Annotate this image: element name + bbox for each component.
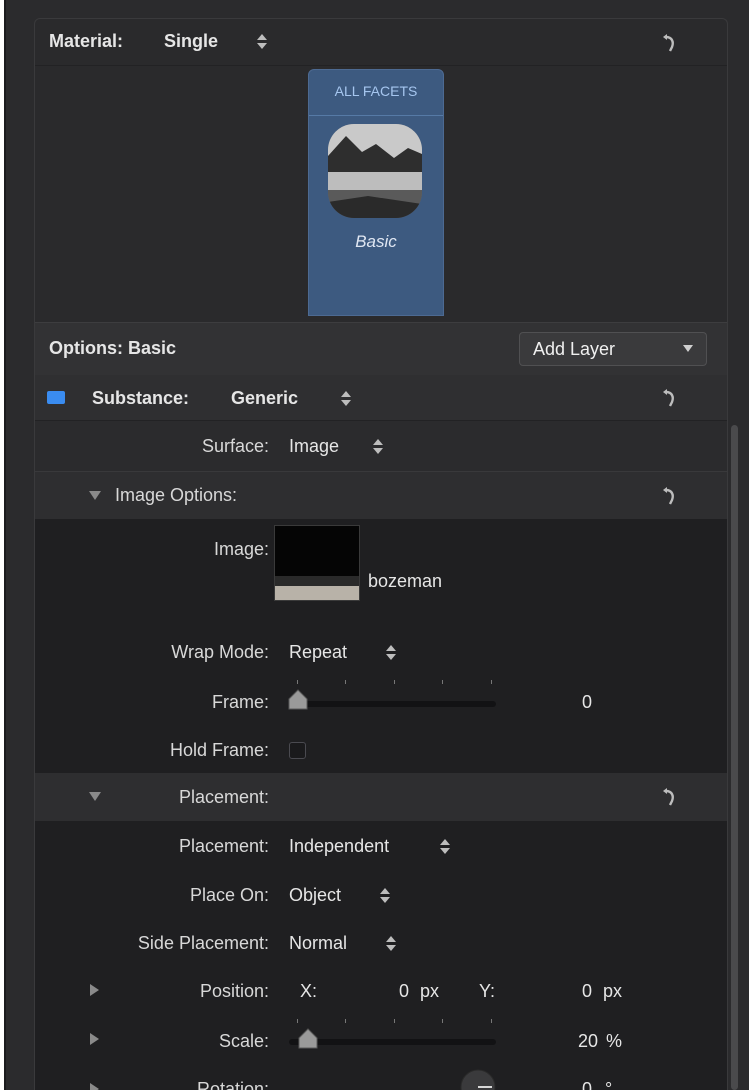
chevron-down-icon <box>683 345 693 352</box>
rotation-unit: ° <box>605 1079 613 1090</box>
disclosure-open-icon[interactable] <box>89 491 101 500</box>
facet-all-facets[interactable]: ALL FACETS Basic <box>308 69 444 316</box>
surface-row: Surface: Image <box>35 421 727 471</box>
hold-frame-checkbox[interactable] <box>289 742 306 759</box>
rotation-value[interactable]: 0 <box>582 1079 592 1090</box>
image-well[interactable] <box>274 525 360 601</box>
inspector-frame: Material: Single ALL FACETS Basic Option… <box>4 0 749 1090</box>
material-row: Material: Single <box>35 19 727 65</box>
position-y-value[interactable]: 0 <box>582 981 592 1002</box>
place-on-updown-icon[interactable] <box>380 887 390 905</box>
scale-slider-ticks <box>297 1019 493 1023</box>
reset-placement-icon[interactable] <box>657 786 679 808</box>
position-x-value[interactable]: 0 <box>399 981 409 1002</box>
hold-frame-label: Hold Frame: <box>169 740 269 760</box>
place-on-popup[interactable]: Object <box>289 885 341 906</box>
frame-slider-ticks <box>297 680 493 684</box>
facet-name: Basic <box>355 232 397 251</box>
options-title: Options: Basic <box>49 338 177 358</box>
frame-slider-thumb[interactable] <box>287 689 309 711</box>
image-options-label: Image Options: <box>115 485 238 505</box>
placement-popup[interactable]: Independent <box>289 836 389 857</box>
surface-label: Surface: <box>201 436 269 456</box>
surface-updown-icon[interactable] <box>373 438 383 456</box>
reset-material-icon[interactable] <box>657 32 679 54</box>
frame-value[interactable]: 0 <box>582 692 592 713</box>
rotation-dial[interactable] <box>459 1068 497 1090</box>
facet-area: ALL FACETS Basic <box>35 66 727 316</box>
vertical-scrollbar[interactable] <box>731 425 738 1090</box>
surface-popup[interactable]: Image <box>289 436 339 457</box>
side-placement-popup[interactable]: Normal <box>289 933 347 954</box>
position-y-unit: px <box>603 981 623 1001</box>
place-on-label: Place On: <box>189 885 269 905</box>
add-layer-button[interactable]: Add Layer <box>519 332 707 366</box>
reset-substance-icon[interactable] <box>657 387 679 409</box>
placement-label: Placement: <box>178 836 269 856</box>
placement-updown-icon[interactable] <box>440 838 450 856</box>
image-options-section: Image: bozeman Wrap Mode: Repeat Frame: … <box>35 519 727 773</box>
facet-header-label: ALL FACETS <box>334 83 418 99</box>
substance-row: Substance: Generic <box>35 375 727 420</box>
frame-slider-track[interactable] <box>289 701 496 707</box>
frame-label: Frame: <box>211 692 269 712</box>
scale-value[interactable]: 20 <box>578 1031 598 1052</box>
substance-enable-checkbox[interactable] <box>47 391 65 404</box>
disclosure-closed-icon[interactable] <box>90 984 99 996</box>
facet-thumbnail-image <box>328 124 422 218</box>
disclosure-closed-icon[interactable] <box>90 1083 99 1090</box>
disclosure-open-icon[interactable] <box>89 792 101 801</box>
material-popup[interactable]: Single <box>164 31 218 52</box>
reset-image-options-icon[interactable] <box>657 485 679 507</box>
wrap-mode-updown-icon[interactable] <box>386 644 396 662</box>
disclosure-closed-icon[interactable] <box>90 1033 99 1045</box>
wrap-mode-label: Wrap Mode: <box>171 642 269 662</box>
rotation-label: Rotation: <box>196 1079 269 1090</box>
placement-group-row: Placement: <box>35 773 727 821</box>
side-placement-updown-icon[interactable] <box>386 935 396 953</box>
facet-header: ALL FACETS <box>309 70 443 116</box>
substance-popup[interactable]: Generic <box>231 388 298 409</box>
image-label: Image: <box>213 539 269 559</box>
position-y-label: Y: <box>479 981 496 1001</box>
scale-slider-thumb[interactable] <box>297 1028 319 1050</box>
image-name: bozeman <box>368 571 443 591</box>
wrap-mode-popup[interactable]: Repeat <box>289 642 347 663</box>
scale-label: Scale: <box>218 1031 269 1051</box>
material-label: Material: <box>49 31 124 51</box>
left-border <box>4 0 6 1090</box>
scale-unit: % <box>606 1031 623 1051</box>
add-layer-label: Add Layer <box>533 339 616 359</box>
position-x-unit: px <box>420 981 440 1001</box>
substance-label: Substance: <box>92 388 190 408</box>
side-placement-label: Side Placement: <box>137 933 269 953</box>
position-x-label: X: <box>300 981 318 1001</box>
material-updown-icon[interactable] <box>257 33 267 51</box>
material-panel: Material: Single ALL FACETS Basic Option… <box>34 18 728 1090</box>
options-header: Options: Basic Add Layer <box>35 322 727 376</box>
substance-updown-icon[interactable] <box>341 390 351 408</box>
placement-section: Placement: Independent Place On: Object … <box>35 821 727 1090</box>
image-options-row: Image Options: <box>35 472 727 519</box>
placement-group-label: Placement: <box>178 787 269 807</box>
position-label: Position: <box>199 981 269 1001</box>
image-thumbnail <box>275 526 359 600</box>
scale-slider-track[interactable] <box>289 1039 496 1045</box>
